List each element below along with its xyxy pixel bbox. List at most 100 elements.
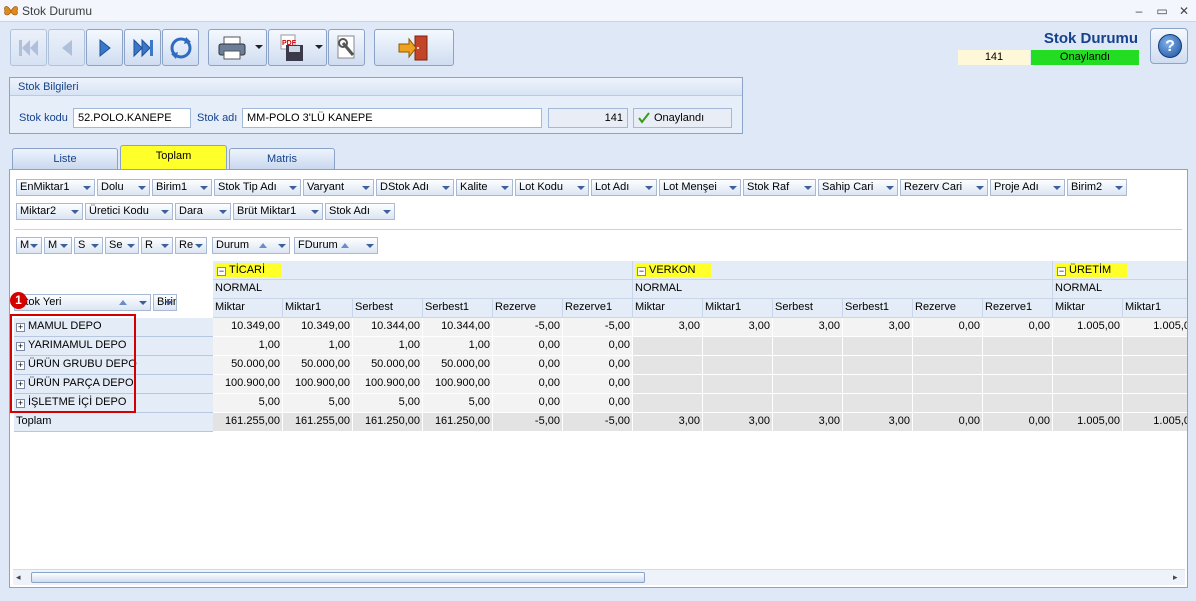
table-cell — [983, 375, 1053, 394]
help-button[interactable]: ? — [1150, 28, 1188, 64]
exit-button[interactable] — [374, 29, 454, 66]
table-cell: 1.005,0 — [1123, 318, 1187, 337]
group-name: VERKON — [649, 264, 696, 276]
status-badge: Onaylandı — [1031, 50, 1139, 65]
measure-header[interactable]: Miktar — [213, 299, 283, 318]
table-cell: 0,00 — [493, 356, 563, 375]
stock-info-group: Stok Bilgileri Stok kodu 52.POLO.KANEPE … — [9, 77, 743, 134]
table-cell: 100.900,00 — [283, 375, 353, 394]
table-cell: 0,00 — [563, 356, 633, 375]
table-cell — [1053, 337, 1123, 356]
scrollbar-thumb[interactable] — [31, 572, 645, 583]
title-bar: Stok Durumu – ▭ ✕ — [0, 0, 1196, 22]
print-icon — [218, 36, 246, 59]
total-cell: 161.255,00 — [213, 413, 283, 432]
total-row-header: Toplam — [14, 413, 214, 432]
total-cell: 0,00 — [913, 413, 983, 432]
checkmark-icon — [638, 112, 650, 127]
document-number: 141 — [958, 50, 1030, 65]
table-cell: 0,00 — [493, 394, 563, 413]
stock-name-label: Stok adı — [197, 112, 238, 124]
previous-record-button[interactable] — [48, 29, 85, 66]
stock-number-field: 141 — [548, 108, 628, 128]
measure-header[interactable]: Serbest — [353, 299, 423, 318]
pivot-table: − TİCARİ NORMAL − VERKON NORMAL − ÜRETİM NORMAL M… — [10, 170, 1187, 568]
table-cell — [633, 337, 703, 356]
collapse-icon[interactable]: − — [217, 267, 226, 276]
table-cell: 10.349,00 — [283, 318, 353, 337]
horizontal-scrollbar[interactable]: ◂ ▸ — [13, 569, 1185, 585]
column-subgroup-header: NORMAL — [633, 280, 1053, 299]
table-cell: 3,00 — [773, 318, 843, 337]
collapse-icon[interactable]: − — [637, 267, 646, 276]
table-cell — [913, 394, 983, 413]
pdf-save-icon: PDF — [280, 34, 303, 61]
group-name: ÜRETİM — [1069, 264, 1112, 276]
page-title: Stok Durumu — [1043, 30, 1138, 47]
tools-icon — [337, 35, 354, 58]
scroll-left-icon[interactable]: ◂ — [16, 572, 21, 583]
stock-code-field[interactable]: 52.POLO.KANEPE — [73, 108, 191, 128]
print-dropdown-arrow-icon[interactable] — [255, 45, 263, 49]
table-cell: 1,00 — [423, 337, 493, 356]
group-name: TİCARİ — [229, 264, 266, 276]
table-cell: 0,00 — [563, 394, 633, 413]
tab-toplam[interactable]: Toplam — [120, 145, 227, 169]
column-group-header[interactable]: − TİCARİ — [213, 261, 633, 280]
total-cell: -5,00 — [493, 413, 563, 432]
table-cell — [703, 337, 773, 356]
approved-checkbox[interactable]: Onaylandı — [633, 108, 732, 128]
callout-frame — [10, 314, 136, 413]
measure-header[interactable]: Miktar1 — [283, 299, 353, 318]
table-cell: 5,00 — [213, 394, 283, 413]
table-cell — [843, 356, 913, 375]
first-record-button[interactable] — [10, 29, 47, 66]
pivot-grid: EnMiktar1 Dolu Birim1 Stok Tip Adı Varyant DS… — [9, 169, 1188, 588]
total-cell: 3,00 — [633, 413, 703, 432]
measure-header[interactable]: Miktar1 — [1123, 299, 1187, 318]
table-cell: 100.900,00 — [213, 375, 283, 394]
stock-name-field[interactable]: MM-POLO 3'LÜ KANEPE — [242, 108, 542, 128]
table-cell: 5,00 — [283, 394, 353, 413]
table-cell: 0,00 — [493, 375, 563, 394]
collapse-icon[interactable]: − — [1057, 267, 1066, 276]
table-cell — [633, 394, 703, 413]
table-cell: -5,00 — [493, 318, 563, 337]
next-record-button[interactable] — [86, 29, 123, 66]
table-cell: 0,00 — [913, 318, 983, 337]
column-group-header[interactable]: − VERKON — [633, 261, 1053, 280]
measure-header[interactable]: Rezerve1 — [983, 299, 1053, 318]
scroll-right-icon[interactable]: ▸ — [1173, 572, 1178, 583]
last-record-button[interactable] — [124, 29, 161, 66]
maximize-icon[interactable]: ▭ — [1153, 2, 1171, 20]
table-cell — [1123, 337, 1187, 356]
column-group-header[interactable]: − ÜRETİM — [1053, 261, 1187, 280]
close-icon[interactable]: ✕ — [1175, 2, 1193, 20]
measure-header[interactable]: Miktar — [633, 299, 703, 318]
total-cell: 3,00 — [843, 413, 913, 432]
table-cell: 1,00 — [353, 337, 423, 356]
tab-matris[interactable]: Matris — [229, 148, 335, 169]
measure-header[interactable]: Miktar1 — [703, 299, 773, 318]
table-cell: 50.000,00 — [423, 356, 493, 375]
measure-header[interactable]: Serbest — [773, 299, 843, 318]
measure-header[interactable]: Rezerve1 — [563, 299, 633, 318]
measure-header[interactable]: Rezerve — [493, 299, 563, 318]
table-cell — [633, 375, 703, 394]
table-cell: 1.005,00 — [1053, 318, 1123, 337]
pdf-save-button[interactable]: PDF — [268, 29, 327, 66]
print-button[interactable] — [208, 29, 267, 66]
tab-liste[interactable]: Liste — [12, 148, 118, 169]
refresh-button[interactable] — [162, 29, 199, 66]
measure-header[interactable]: Serbest1 — [423, 299, 493, 318]
table-cell: 1,00 — [213, 337, 283, 356]
minimize-icon[interactable]: – — [1130, 2, 1148, 20]
table-cell — [703, 394, 773, 413]
measure-header[interactable]: Miktar — [1053, 299, 1123, 318]
measure-header[interactable]: Rezerve — [913, 299, 983, 318]
table-cell — [843, 375, 913, 394]
measure-header[interactable]: Serbest1 — [843, 299, 913, 318]
pdf-dropdown-arrow-icon[interactable] — [315, 45, 323, 49]
tools-button[interactable] — [328, 29, 365, 66]
table-cell — [1123, 375, 1187, 394]
